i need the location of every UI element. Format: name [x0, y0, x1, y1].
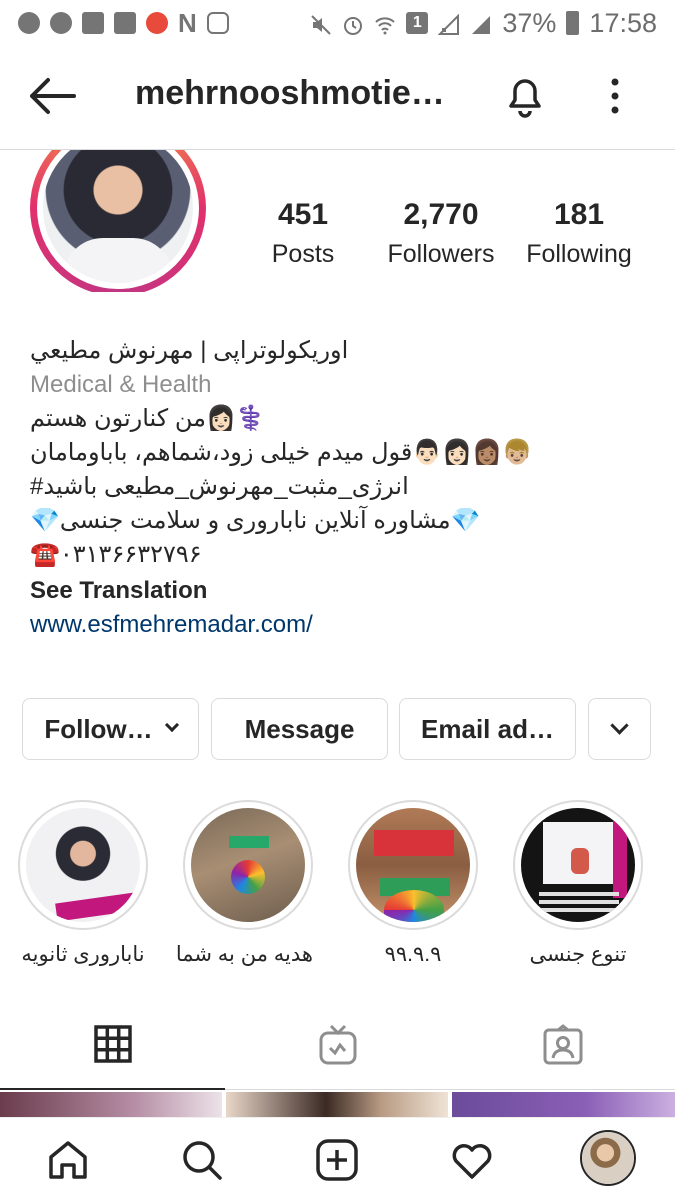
highlight-cover	[356, 808, 470, 922]
website-link[interactable]: www.esfmehremadar.com/	[30, 608, 650, 642]
bio-line: ⚕️👩🏻من کنارتون هستم	[30, 405, 266, 432]
whatsapp-notification-icon	[50, 12, 72, 34]
profile-bio: اوریکولوتراپی | مهرنوش مطیعي Medical & H…	[30, 334, 650, 642]
search-icon	[183, 1141, 222, 1180]
n-notification-icon: N	[178, 7, 197, 38]
status-bar: N 1 37% 17:58	[0, 0, 675, 46]
followers-label: Followers	[387, 240, 495, 268]
signal-icon-2	[470, 12, 492, 34]
chevron-down-icon	[164, 717, 179, 733]
bio-phone: ☎️۰۳۱۳۶۶۳۲۷۹۶	[30, 541, 202, 568]
following-count[interactable]: 181 Following	[518, 198, 640, 278]
profile-display-name: اوریکولوتراپی | مهرنوش مطیعي	[30, 337, 349, 364]
nav-search[interactable]	[178, 1136, 226, 1184]
story-highlight[interactable]: هدیه من به شما	[175, 800, 313, 970]
following-value: 181	[553, 198, 605, 231]
bottom-navigation	[0, 1117, 675, 1200]
tagged-person-icon	[543, 1023, 582, 1064]
highlight-label: ناباروری ثانویه	[21, 943, 145, 966]
following-label: Following	[526, 240, 632, 268]
wifi-icon	[374, 12, 396, 35]
highlight-label: هدیه من به شما	[175, 943, 313, 966]
back-arrow-icon	[30, 78, 76, 114]
nav-activity[interactable]	[448, 1136, 496, 1184]
bell-icon	[509, 79, 541, 118]
highlight-label: تنوع جنسی	[529, 943, 627, 966]
bio-line: 💎مشاوره آنلاین ناباروری و سلامت جنسی💎	[30, 507, 481, 534]
highlight-cover	[191, 808, 305, 922]
nav-home[interactable]	[44, 1136, 92, 1184]
email-button[interactable]: Email ad…	[399, 698, 576, 760]
bird-notification-icon	[146, 12, 168, 34]
alarm-icon	[342, 12, 364, 35]
see-translation-link[interactable]: See Translation	[30, 574, 650, 608]
sim-icon: 1	[406, 12, 429, 34]
home-icon	[49, 1141, 87, 1179]
add-post-icon	[316, 1139, 358, 1181]
posts-count[interactable]: 451 Posts	[258, 198, 348, 278]
highlight-cover	[26, 808, 140, 922]
bio-line: 👦🏼👩🏽👩🏻👨🏻قول میدم خیلی زود،شماهم، باباوما…	[30, 439, 532, 466]
profile-header: mehrnooshmotie…	[0, 46, 675, 150]
heart-icon	[452, 1144, 492, 1179]
clock: 17:58	[589, 7, 657, 38]
system-icons: 1 37% 17:58	[310, 8, 657, 39]
tab-tagged[interactable]	[450, 1000, 675, 1090]
profile-username: mehrnooshmotie…	[135, 74, 445, 112]
profile-tabs	[0, 1000, 675, 1090]
story-highlight[interactable]: ناباروری ثانویه	[18, 800, 148, 970]
following-button-label: Follow…	[44, 713, 153, 744]
more-options-button[interactable]	[600, 76, 630, 116]
highlight-cover	[521, 808, 635, 922]
notification-icons: N	[18, 8, 229, 39]
story-highlight[interactable]: تنوع جنسی	[513, 800, 643, 970]
followers-count[interactable]: 2,770 Followers	[380, 198, 502, 278]
profile-avatar[interactable]	[30, 150, 206, 292]
message-button-label: Message	[244, 713, 355, 744]
followers-value: 2,770	[403, 198, 479, 231]
mute-icon	[310, 12, 332, 35]
message-button[interactable]: Message	[211, 698, 388, 760]
tab-igtv[interactable]	[225, 1000, 450, 1090]
tab-posts-grid[interactable]	[0, 1000, 225, 1090]
battery-percent: 37%	[502, 7, 557, 38]
music-notification-icon	[18, 12, 40, 34]
suggested-accounts-button[interactable]	[588, 698, 651, 760]
vertical-dots-icon	[611, 78, 619, 114]
battery-icon	[566, 11, 580, 35]
notifications-button[interactable]	[503, 72, 547, 120]
grid-icon	[93, 1025, 132, 1063]
instagram-notification-icon	[206, 12, 229, 34]
posts-label: Posts	[271, 240, 335, 268]
avatar	[582, 1132, 634, 1184]
nav-new-post[interactable]	[313, 1136, 361, 1184]
nav-profile-avatar[interactable]	[580, 1130, 636, 1186]
story-highlight[interactable]: ۹۹.۹.۹	[348, 800, 478, 970]
igtv-icon	[319, 1024, 356, 1064]
signal-icon	[437, 12, 460, 35]
chevron-down-icon	[610, 715, 629, 735]
highlight-label: ۹۹.۹.۹	[384, 943, 442, 966]
gallery-notification-icon	[82, 12, 104, 34]
posts-value: 451	[277, 198, 329, 231]
bio-hashtag[interactable]: انرژی_مثبت_مهرنوش_مطیعی باشید#	[30, 470, 650, 504]
back-button[interactable]	[28, 74, 78, 118]
profile-category: Medical & Health	[30, 371, 212, 398]
email-button-label: Email ad…	[421, 713, 554, 744]
app-notification-icon	[114, 12, 136, 34]
following-button[interactable]: Follow…	[22, 698, 199, 760]
